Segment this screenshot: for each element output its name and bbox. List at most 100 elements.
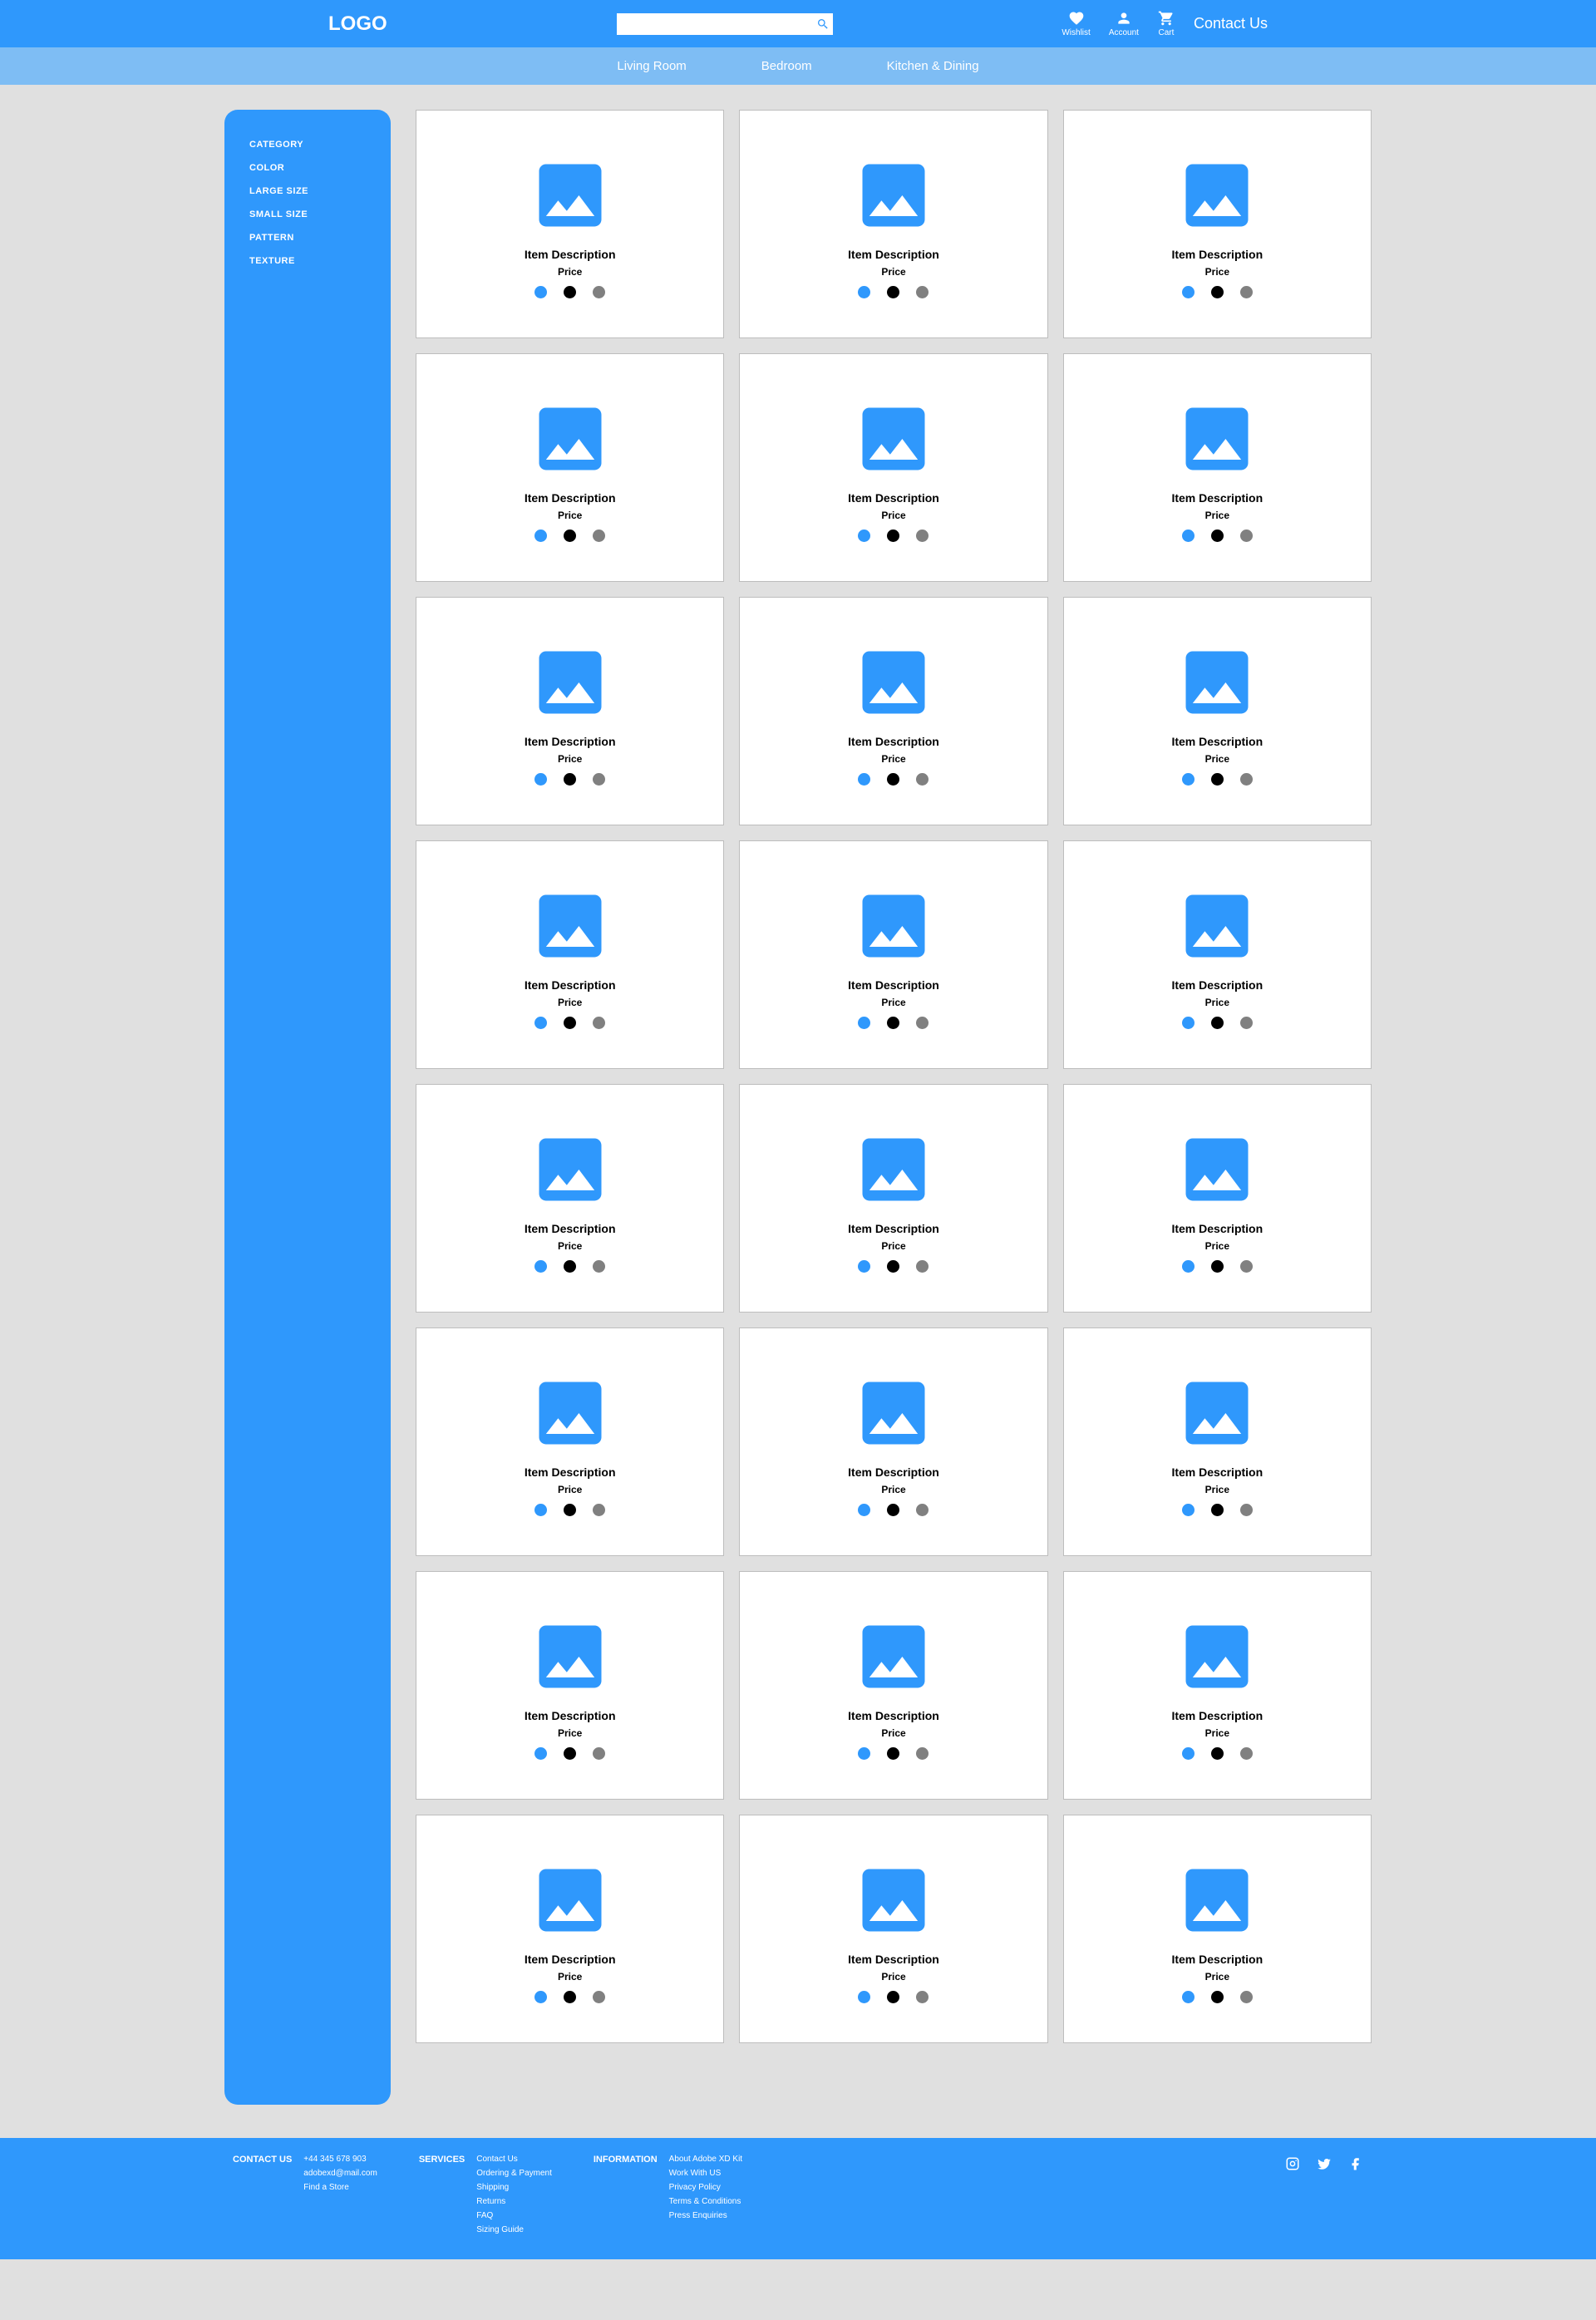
cart-link[interactable]: Cart	[1157, 10, 1175, 37]
color-swatch-blue[interactable]	[858, 1991, 870, 2003]
color-swatch-grey[interactable]	[593, 1260, 605, 1273]
sidebar-item-small-size[interactable]: SMALL SIZE	[249, 203, 366, 226]
color-swatch-black[interactable]	[564, 1991, 576, 2003]
color-swatch-black[interactable]	[887, 286, 899, 298]
color-swatch-black[interactable]	[1211, 1991, 1224, 2003]
color-swatch-black[interactable]	[887, 1991, 899, 2003]
color-swatch-blue[interactable]	[858, 1504, 870, 1516]
sidebar-item-pattern[interactable]: PATTERN	[249, 226, 366, 249]
color-swatch-grey[interactable]	[916, 1017, 929, 1029]
color-swatch-black[interactable]	[564, 530, 576, 542]
color-swatch-blue[interactable]	[534, 530, 547, 542]
sidebar-item-large-size[interactable]: LARGE SIZE	[249, 180, 366, 203]
footer-information-link[interactable]: Work With US	[669, 2169, 742, 2178]
nav-bedroom[interactable]: Bedroom	[761, 59, 812, 73]
product-card[interactable]: Item DescriptionPrice	[1063, 110, 1372, 338]
color-swatch-black[interactable]	[564, 1260, 576, 1273]
footer-services-link[interactable]: Ordering & Payment	[476, 2169, 552, 2178]
color-swatch-grey[interactable]	[1240, 286, 1253, 298]
product-card[interactable]: Item DescriptionPrice	[1063, 1084, 1372, 1313]
product-card[interactable]: Item DescriptionPrice	[739, 597, 1047, 825]
product-card[interactable]: Item DescriptionPrice	[1063, 840, 1372, 1069]
color-swatch-black[interactable]	[564, 773, 576, 786]
color-swatch-blue[interactable]	[1182, 1504, 1195, 1516]
color-swatch-black[interactable]	[887, 1260, 899, 1273]
color-swatch-black[interactable]	[1211, 1747, 1224, 1760]
product-card[interactable]: Item DescriptionPrice	[416, 1084, 724, 1313]
color-swatch-black[interactable]	[887, 1504, 899, 1516]
color-swatch-grey[interactable]	[916, 1991, 929, 2003]
wishlist-link[interactable]: Wishlist	[1062, 10, 1090, 37]
product-card[interactable]: Item DescriptionPrice	[416, 597, 724, 825]
product-card[interactable]: Item DescriptionPrice	[416, 353, 724, 582]
product-card[interactable]: Item DescriptionPrice	[416, 1571, 724, 1800]
sidebar-item-color[interactable]: COLOR	[249, 156, 366, 180]
color-swatch-blue[interactable]	[534, 1747, 547, 1760]
color-swatch-blue[interactable]	[858, 1017, 870, 1029]
color-swatch-grey[interactable]	[1240, 1747, 1253, 1760]
color-swatch-black[interactable]	[1211, 773, 1224, 786]
product-card[interactable]: Item DescriptionPrice	[739, 1327, 1047, 1556]
footer-information-link[interactable]: About Adobe XD Kit	[669, 2155, 742, 2164]
color-swatch-grey[interactable]	[916, 1260, 929, 1273]
color-swatch-blue[interactable]	[1182, 286, 1195, 298]
instagram-link[interactable]	[1285, 2156, 1300, 2171]
color-swatch-grey[interactable]	[593, 530, 605, 542]
color-swatch-grey[interactable]	[593, 1017, 605, 1029]
account-link[interactable]: Account	[1109, 10, 1139, 37]
color-swatch-blue[interactable]	[534, 1504, 547, 1516]
nav-living-room[interactable]: Living Room	[617, 59, 686, 73]
color-swatch-blue[interactable]	[534, 1017, 547, 1029]
color-swatch-blue[interactable]	[534, 1991, 547, 2003]
color-swatch-black[interactable]	[564, 1017, 576, 1029]
contact-us-link[interactable]: Contact Us	[1194, 15, 1268, 32]
product-card[interactable]: Item DescriptionPrice	[739, 840, 1047, 1069]
color-swatch-grey[interactable]	[916, 1747, 929, 1760]
footer-information-link[interactable]: Press Enquiries	[669, 2211, 742, 2220]
footer-information-link[interactable]: Privacy Policy	[669, 2183, 742, 2192]
color-swatch-black[interactable]	[887, 773, 899, 786]
color-swatch-blue[interactable]	[534, 773, 547, 786]
color-swatch-black[interactable]	[1211, 1504, 1224, 1516]
footer-contact-store[interactable]: Find a Store	[303, 2183, 377, 2192]
search-button[interactable]	[816, 17, 830, 31]
color-swatch-black[interactable]	[887, 1747, 899, 1760]
facebook-link[interactable]	[1348, 2156, 1363, 2171]
color-swatch-grey[interactable]	[1240, 530, 1253, 542]
product-card[interactable]: Item DescriptionPrice	[416, 1327, 724, 1556]
color-swatch-blue[interactable]	[1182, 530, 1195, 542]
footer-services-link[interactable]: Contact Us	[476, 2155, 552, 2164]
footer-contact-phone[interactable]: +44 345 678 903	[303, 2155, 377, 2164]
color-swatch-blue[interactable]	[858, 1260, 870, 1273]
color-swatch-blue[interactable]	[858, 1747, 870, 1760]
product-card[interactable]: Item DescriptionPrice	[739, 110, 1047, 338]
footer-services-link[interactable]: Sizing Guide	[476, 2225, 552, 2234]
footer-services-link[interactable]: Shipping	[476, 2183, 552, 2192]
product-card[interactable]: Item DescriptionPrice	[416, 840, 724, 1069]
color-swatch-grey[interactable]	[916, 530, 929, 542]
color-swatch-blue[interactable]	[858, 530, 870, 542]
color-swatch-grey[interactable]	[593, 773, 605, 786]
color-swatch-black[interactable]	[887, 1017, 899, 1029]
color-swatch-black[interactable]	[887, 530, 899, 542]
color-swatch-grey[interactable]	[1240, 1504, 1253, 1516]
color-swatch-grey[interactable]	[916, 773, 929, 786]
product-card[interactable]: Item DescriptionPrice	[1063, 353, 1372, 582]
footer-services-link[interactable]: FAQ	[476, 2211, 552, 2220]
color-swatch-grey[interactable]	[593, 1991, 605, 2003]
color-swatch-black[interactable]	[1211, 1017, 1224, 1029]
color-swatch-black[interactable]	[1211, 286, 1224, 298]
color-swatch-blue[interactable]	[1182, 1260, 1195, 1273]
color-swatch-blue[interactable]	[1182, 1017, 1195, 1029]
color-swatch-grey[interactable]	[593, 286, 605, 298]
footer-services-link[interactable]: Returns	[476, 2197, 552, 2206]
color-swatch-black[interactable]	[564, 1747, 576, 1760]
color-swatch-blue[interactable]	[1182, 1747, 1195, 1760]
product-card[interactable]: Item DescriptionPrice	[739, 353, 1047, 582]
color-swatch-black[interactable]	[564, 1504, 576, 1516]
color-swatch-blue[interactable]	[1182, 1991, 1195, 2003]
nav-kitchen-dining[interactable]: Kitchen & Dining	[887, 59, 979, 73]
product-card[interactable]: Item DescriptionPrice	[1063, 1815, 1372, 2043]
product-card[interactable]: Item DescriptionPrice	[416, 110, 724, 338]
color-swatch-grey[interactable]	[593, 1504, 605, 1516]
